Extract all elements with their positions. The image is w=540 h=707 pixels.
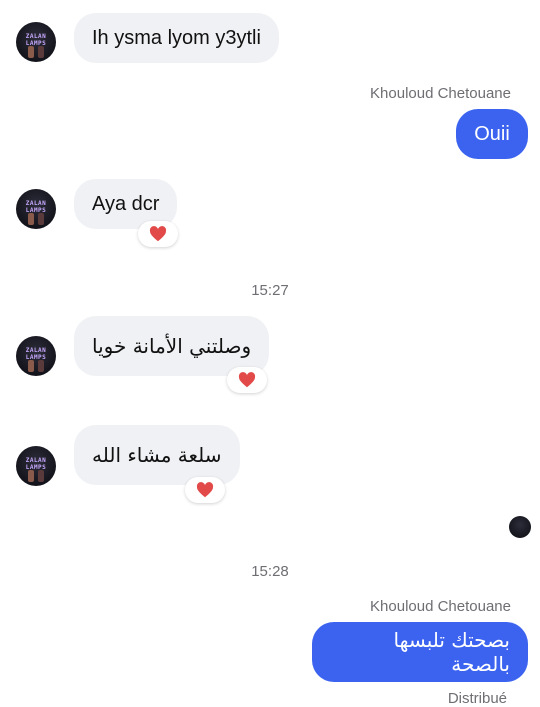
message-text: بصحتك تلبسها بالصحة [393, 628, 510, 676]
message-text: Ouii [474, 122, 510, 145]
delivery-status: Distribué [447, 690, 507, 707]
incoming-message[interactable]: سلعة مشاء الله [74, 425, 240, 485]
heart-icon [196, 482, 214, 498]
outgoing-message[interactable]: بصحتك تلبسها بالصحة [312, 622, 528, 682]
message-text: سلعة مشاء الله [92, 443, 222, 467]
seen-avatar [509, 516, 531, 538]
message-text: وصلتني الأمانة خويا [92, 334, 252, 358]
contact-avatar[interactable]: ZALAN LAMPS [16, 336, 56, 376]
message-text: Aya dcr [92, 192, 160, 215]
incoming-message[interactable]: Ih ysma lyom y3ytli [74, 13, 279, 63]
reaction-badge[interactable] [227, 367, 267, 393]
outgoing-message[interactable]: Ouii [456, 109, 528, 159]
contact-avatar[interactable]: ZALAN LAMPS [16, 22, 56, 62]
avatar-neon-text: ZALAN LAMPS [25, 33, 47, 47]
message-text: Ih ysma lyom y3ytli [92, 26, 261, 49]
heart-icon [238, 372, 256, 388]
heart-icon [149, 226, 167, 242]
sender-name: Khouloud Chetouane [370, 598, 511, 615]
reaction-badge[interactable] [138, 221, 178, 247]
sender-name: Khouloud Chetouane [370, 85, 511, 102]
contact-avatar[interactable]: ZALAN LAMPS [16, 189, 56, 229]
contact-avatar[interactable]: ZALAN LAMPS [16, 446, 56, 486]
reaction-badge[interactable] [185, 477, 225, 503]
timestamp: 15:27 [251, 282, 289, 299]
timestamp: 15:28 [251, 563, 289, 580]
